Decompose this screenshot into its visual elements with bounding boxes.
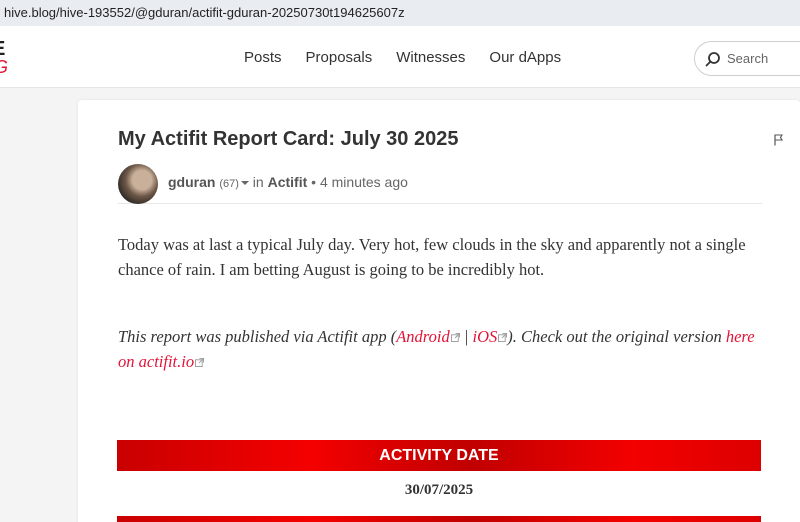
author-menu-caret-icon[interactable] (240, 181, 249, 186)
search-icon (705, 52, 720, 67)
community-link[interactable]: Actifit (268, 174, 308, 190)
flag-icon[interactable] (774, 134, 784, 146)
logo-line-1: E (0, 40, 5, 59)
report-note: This report was published via Actifit ap… (118, 324, 762, 374)
author-avatar[interactable] (118, 164, 158, 204)
nav-proposals[interactable]: Proposals (306, 49, 373, 66)
android-link[interactable]: Android (396, 327, 460, 346)
report-prefix: This report was published via Actifit ap… (118, 327, 397, 346)
external-link-icon (195, 358, 205, 367)
nav-our-dapps[interactable]: Our dApps (489, 49, 561, 66)
logo-line-2: G (0, 58, 8, 76)
activity-date-banner: ACTIVITY DATE (117, 440, 761, 471)
post-title: My Actifit Report Card: July 30 2025 (118, 128, 459, 150)
author-reputation: (67) (219, 178, 239, 190)
nav-posts[interactable]: Posts (244, 49, 282, 66)
hive-blog-logo[interactable]: E G (0, 40, 16, 76)
external-link-icon (498, 333, 508, 342)
post-body-paragraph: Today was at last a typical July day. Ve… (118, 235, 746, 279)
ios-link[interactable]: iOS (473, 327, 508, 346)
author-name[interactable]: gduran (168, 174, 215, 190)
in-label: in (252, 174, 264, 190)
search-input[interactable] (727, 42, 800, 75)
external-link-icon (450, 333, 460, 342)
post-meta: gduran (67) in Actifit • 4 minutes ago (168, 174, 408, 190)
next-section-banner (117, 516, 761, 522)
post-card: My Actifit Report Card: July 30 2025 gdu… (78, 100, 800, 522)
post-meta-row: gduran (67) in Actifit • 4 minutes ago (118, 164, 762, 204)
search-box[interactable] (694, 41, 800, 76)
main-nav: Posts Proposals Witnesses Our dApps (232, 26, 573, 88)
link-separator: | (459, 327, 473, 346)
activity-date-value: 30/07/2025 (404, 482, 474, 498)
nav-witnesses[interactable]: Witnesses (396, 49, 465, 66)
address-bar[interactable]: hive.blog/hive-193552/@gduran/actifit-gd… (0, 0, 800, 26)
post-time: 4 minutes ago (319, 174, 408, 190)
activity-date-heading: ACTIVITY DATE (379, 447, 499, 464)
meta-bullet: • (311, 174, 317, 190)
url-text: hive.blog/hive-193552/@gduran/actifit-gd… (4, 5, 405, 20)
report-middle: ). Check out the original version (507, 327, 726, 346)
top-navbar: E G Posts Proposals Witnesses Our dApps (0, 26, 800, 88)
